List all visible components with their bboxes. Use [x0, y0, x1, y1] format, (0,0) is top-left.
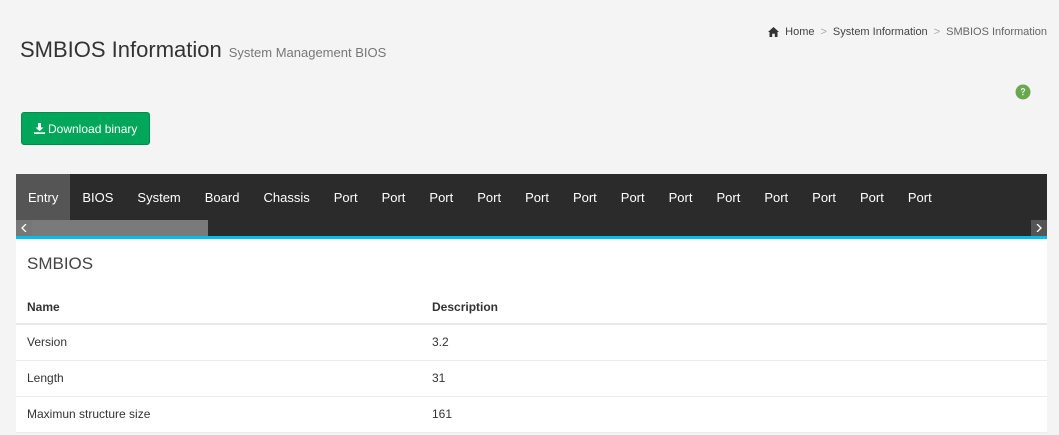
breadcrumb-system-information[interactable]: System Information [833, 26, 928, 38]
table-row: Length 31 [16, 360, 1047, 397]
breadcrumb-home[interactable]: Home [785, 26, 814, 38]
tab-port[interactable]: Port [513, 174, 561, 220]
scroll-right-icon[interactable] [1031, 220, 1047, 236]
breadcrumb-separator: > [820, 26, 827, 38]
download-icon [34, 123, 45, 134]
tab-port[interactable]: Port [896, 174, 944, 220]
cell-description: 31 [432, 360, 1047, 397]
cell-name: Version [16, 324, 432, 361]
page-header: SMBIOS Information System Management BIO… [20, 37, 386, 63]
download-binary-button[interactable]: Download binary [21, 112, 151, 145]
tabs-container: Entry BIOS System Board Chassis Port Port Port P… [16, 174, 1047, 236]
tab-port[interactable]: Port [752, 174, 800, 220]
cell-description: 161 [432, 396, 1047, 433]
tab-port[interactable]: Port [609, 174, 657, 220]
cell-description: 3.2 [432, 324, 1047, 361]
download-binary-label: Download binary [48, 121, 138, 136]
tab-port[interactable]: Port [417, 174, 465, 220]
tab-board[interactable]: Board [193, 174, 252, 220]
breadcrumb-current: SMBIOS Information [946, 26, 1047, 38]
scroll-left-icon[interactable] [16, 220, 32, 236]
tab-port[interactable]: Port [657, 174, 705, 220]
tab-port[interactable]: Port [848, 174, 896, 220]
question-circle-icon[interactable] [1015, 84, 1031, 100]
tab-port[interactable]: Port [322, 174, 370, 220]
tab-port[interactable]: Port [465, 174, 513, 220]
cell-name: Maximun structure size [16, 396, 432, 433]
tab-port[interactable]: Port [370, 174, 418, 220]
smbios-content-box: SMBIOS Name Description Version 3.2 Length… [16, 236, 1047, 433]
column-header-name: Name [16, 291, 432, 325]
table-row: Maximun structure size 161 [16, 396, 1047, 433]
tab-bios[interactable]: BIOS [70, 174, 125, 220]
tab-chassis[interactable]: Chassis [251, 174, 321, 220]
page-title: SMBIOS Information [20, 37, 222, 62]
tab-bar: Entry BIOS System Board Chassis Port Port Port P… [16, 174, 1047, 220]
breadcrumb-separator: > [933, 26, 941, 38]
home-icon[interactable] [768, 27, 780, 37]
tab-port[interactable]: Port [561, 174, 609, 220]
tab-scrollbar[interactable] [16, 220, 1047, 236]
tab-system[interactable]: System [125, 174, 192, 220]
table-header-row: Name Description [16, 291, 1047, 325]
cell-name: Length [16, 360, 432, 397]
tab-port[interactable]: Port [704, 174, 752, 220]
section-title: SMBIOS [27, 254, 94, 273]
column-header-description: Description [432, 291, 1047, 325]
page-subtitle: System Management BIOS [228, 45, 387, 60]
breadcrumb: Home > System Information > SMBIOS Infor… [768, 26, 1047, 38]
scroll-thumb[interactable] [32, 220, 208, 236]
table-row: Version 3.2 [16, 324, 1047, 361]
tab-entry[interactable]: Entry [16, 174, 71, 220]
tab-port[interactable]: Port [800, 174, 848, 220]
smbios-table: Name Description Version 3.2 Length 31 Maxim… [16, 291, 1047, 433]
